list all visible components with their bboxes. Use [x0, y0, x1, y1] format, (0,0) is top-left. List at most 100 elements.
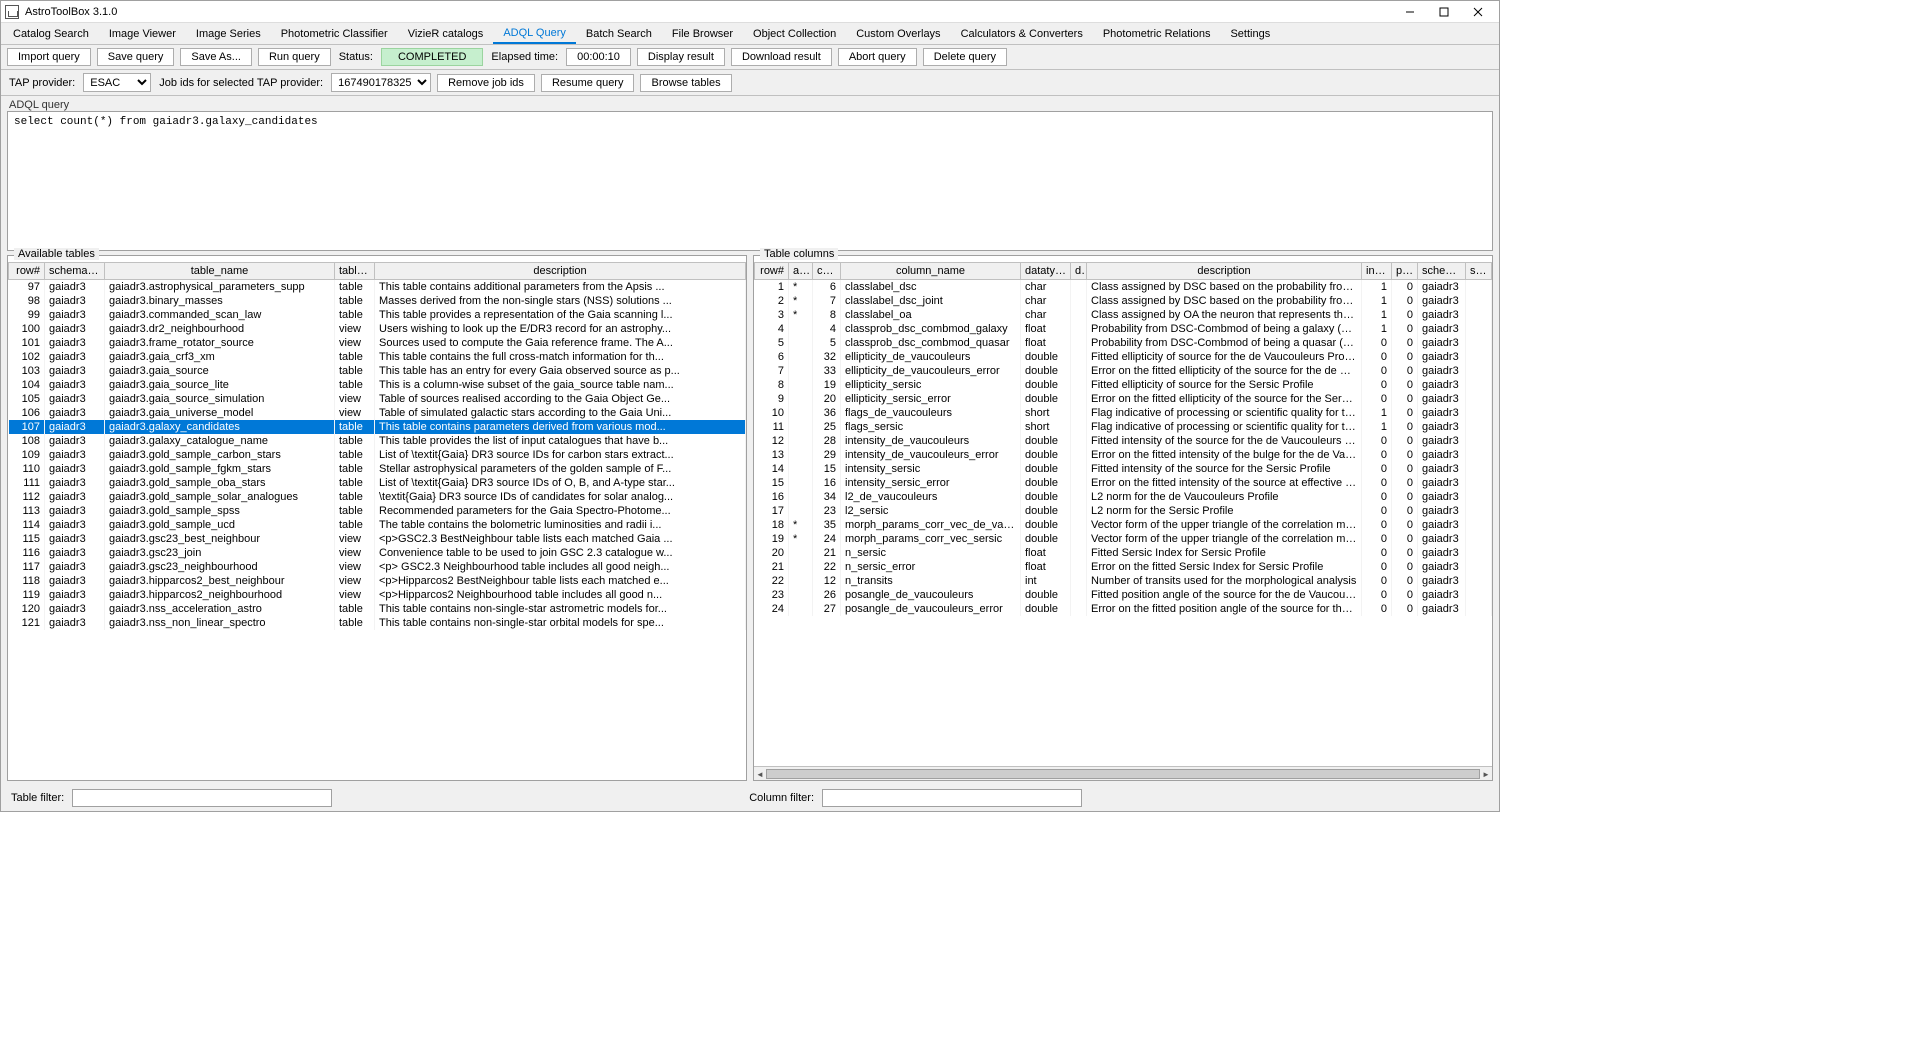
table-row[interactable]: 920ellipticity_sersic_errordoubleError o…	[755, 392, 1492, 406]
col-d[interactable]: d...	[1071, 263, 1087, 280]
table-row[interactable]: 108gaiadr3gaiadr3.galaxy_catalogue_namet…	[9, 434, 746, 448]
menu-photometric-classifier[interactable]: Photometric Classifier	[271, 23, 398, 44]
table-row[interactable]: 109gaiadr3gaiadr3.gold_sample_carbon_sta…	[9, 448, 746, 462]
table-row[interactable]: 1415intensity_sersicdoubleFitted intensi…	[755, 462, 1492, 476]
col-description[interactable]: description	[375, 263, 746, 280]
table-row[interactable]: 115gaiadr3gaiadr3.gsc23_best_neighbourvi…	[9, 532, 746, 546]
col-indexed[interactable]: ind...	[1362, 263, 1392, 280]
table-row[interactable]: 3*8classlabel_oacharClass assigned by OA…	[755, 308, 1492, 322]
table-row[interactable]: 113gaiadr3gaiadr3.gold_sample_spsstableR…	[9, 504, 746, 518]
col-arraysize[interactable]: arr...	[789, 263, 813, 280]
table-row[interactable]: 1036flags_de_vaucouleursshortFlag indica…	[755, 406, 1492, 420]
table-row[interactable]: 121gaiadr3gaiadr3.nss_non_linear_spectro…	[9, 616, 746, 630]
available-tables-grid[interactable]: row# schema_name table_name table_t... d…	[8, 262, 746, 780]
table-row[interactable]: 18*35morph_params_corr_vec_de_vaucouleur…	[755, 518, 1492, 532]
minimize-button[interactable]	[1393, 2, 1427, 22]
table-row[interactable]: 111gaiadr3gaiadr3.gold_sample_oba_starst…	[9, 476, 746, 490]
table-row[interactable]: 819ellipticity_sersicdoubleFitted ellipt…	[755, 378, 1492, 392]
table-row[interactable]: 733ellipticity_de_vaucouleurs_errordoubl…	[755, 364, 1492, 378]
table-row[interactable]: 2326posangle_de_vaucouleursdoubleFitted …	[755, 588, 1492, 602]
table-row[interactable]: 19*24morph_params_corr_vec_sersicdoubleV…	[755, 532, 1492, 546]
col-table-name[interactable]: table_name	[105, 263, 335, 280]
table-row[interactable]: 1*6classlabel_dsccharClass assigned by D…	[755, 280, 1492, 295]
table-row[interactable]: 116gaiadr3gaiadr3.gsc23_joinviewConvenie…	[9, 546, 746, 560]
table-row[interactable]: 119gaiadr3gaiadr3.hipparcos2_neighbourho…	[9, 588, 746, 602]
table-row[interactable]: 1228intensity_de_vaucouleursdoubleFitted…	[755, 434, 1492, 448]
scroll-right-icon[interactable]: ►	[1480, 767, 1492, 781]
close-button[interactable]	[1461, 2, 1495, 22]
col-description[interactable]: description	[1087, 263, 1362, 280]
browse-tables-button[interactable]: Browse tables	[640, 74, 731, 92]
table-row[interactable]: 1516intensity_sersic_errordoubleError on…	[755, 476, 1492, 490]
menu-object-collection[interactable]: Object Collection	[743, 23, 846, 44]
download-result-button[interactable]: Download result	[731, 48, 832, 66]
col-row[interactable]: row#	[755, 263, 789, 280]
scrollbar-thumb[interactable]	[766, 769, 1480, 779]
table-filter-input[interactable]	[72, 789, 332, 807]
table-row[interactable]: 2427posangle_de_vaucouleurs_errordoubleE…	[755, 602, 1492, 616]
menu-catalog-search[interactable]: Catalog Search	[3, 23, 99, 44]
adql-query-input[interactable]: select count(*) from gaiadr3.galaxy_cand…	[7, 111, 1493, 251]
job-ids-select[interactable]: 1674901783253O	[331, 73, 431, 92]
table-row[interactable]: 112gaiadr3gaiadr3.gold_sample_solar_anal…	[9, 490, 746, 504]
run-query-button[interactable]: Run query	[258, 48, 331, 66]
table-row[interactable]: 105gaiadr3gaiadr3.gaia_source_simulation…	[9, 392, 746, 406]
menu-settings[interactable]: Settings	[1220, 23, 1280, 44]
table-row[interactable]: 2122n_sersic_errorfloatError on the fitt…	[755, 560, 1492, 574]
menu-adql-query[interactable]: ADQL Query	[493, 23, 576, 44]
col-size[interactable]: size	[1466, 263, 1492, 280]
column-filter-input[interactable]	[822, 789, 1082, 807]
table-row[interactable]: 98gaiadr3gaiadr3.binary_massestableMasse…	[9, 294, 746, 308]
table-row[interactable]: 1125flags_sersicshortFlag indicative of …	[755, 420, 1492, 434]
table-row[interactable]: 100gaiadr3gaiadr3.dr2_neighbourhoodviewU…	[9, 322, 746, 336]
table-columns-grid[interactable]: row# arr... colu... column_name datatype…	[754, 262, 1492, 766]
tap-provider-select[interactable]: ESAC	[83, 73, 151, 92]
delete-query-button[interactable]: Delete query	[923, 48, 1007, 66]
table-row[interactable]: 97gaiadr3gaiadr3.astrophysical_parameter…	[9, 280, 746, 295]
table-row[interactable]: 110gaiadr3gaiadr3.gold_sample_fgkm_stars…	[9, 462, 746, 476]
menu-calculators-converters[interactable]: Calculators & Converters	[951, 23, 1093, 44]
col-principal[interactable]: pri...	[1392, 263, 1418, 280]
display-result-button[interactable]: Display result	[637, 48, 725, 66]
menu-photometric-relations[interactable]: Photometric Relations	[1093, 23, 1221, 44]
maximize-button[interactable]	[1427, 2, 1461, 22]
table-row[interactable]: 104gaiadr3gaiadr3.gaia_source_litetableT…	[9, 378, 746, 392]
abort-query-button[interactable]: Abort query	[838, 48, 917, 66]
menu-vizier-catalogs[interactable]: VizieR catalogs	[398, 23, 494, 44]
menu-file-browser[interactable]: File Browser	[662, 23, 743, 44]
table-row[interactable]: 1723l2_sersicdoubleL2 norm for the Sersi…	[755, 504, 1492, 518]
remove-job-ids-button[interactable]: Remove job ids	[437, 74, 535, 92]
table-row[interactable]: 44classprob_dsc_combmod_galaxyfloatProba…	[755, 322, 1492, 336]
col-column-index[interactable]: colu...	[813, 263, 841, 280]
import-query-button[interactable]: Import query	[7, 48, 91, 66]
save-as-button[interactable]: Save As...	[180, 48, 252, 66]
table-row[interactable]: 103gaiadr3gaiadr3.gaia_sourcetableThis t…	[9, 364, 746, 378]
scroll-left-icon[interactable]: ◄	[754, 767, 766, 781]
table-row[interactable]: 114gaiadr3gaiadr3.gold_sample_ucdtableTh…	[9, 518, 746, 532]
col-row[interactable]: row#	[9, 263, 45, 280]
table-row[interactable]: 120gaiadr3gaiadr3.nss_acceleration_astro…	[9, 602, 746, 616]
table-row[interactable]: 2021n_sersicfloatFitted Sersic Index for…	[755, 546, 1492, 560]
col-table-type[interactable]: table_t...	[335, 263, 375, 280]
menu-image-series[interactable]: Image Series	[186, 23, 271, 44]
table-row[interactable]: 2*7classlabel_dsc_jointcharClass assigne…	[755, 294, 1492, 308]
table-row[interactable]: 1329intensity_de_vaucouleurs_errordouble…	[755, 448, 1492, 462]
table-row[interactable]: 2212n_transitsintNumber of transits used…	[755, 574, 1492, 588]
col-schema[interactable]: schema_name	[45, 263, 105, 280]
save-query-button[interactable]: Save query	[97, 48, 175, 66]
menu-image-viewer[interactable]: Image Viewer	[99, 23, 186, 44]
table-row[interactable]: 102gaiadr3gaiadr3.gaia_crf3_xmtableThis …	[9, 350, 746, 364]
menu-custom-overlays[interactable]: Custom Overlays	[846, 23, 950, 44]
table-row[interactable]: 632ellipticity_de_vaucouleursdoubleFitte…	[755, 350, 1492, 364]
col-datatype[interactable]: datatype	[1021, 263, 1071, 280]
table-row[interactable]: 107gaiadr3gaiadr3.galaxy_candidatestable…	[9, 420, 746, 434]
table-row[interactable]: 1634l2_de_vaucouleursdoubleL2 norm for t…	[755, 490, 1492, 504]
resume-query-button[interactable]: Resume query	[541, 74, 635, 92]
table-row[interactable]: 99gaiadr3gaiadr3.commanded_scan_lawtable…	[9, 308, 746, 322]
horizontal-scrollbar[interactable]: ◄ ►	[754, 766, 1492, 780]
table-row[interactable]: 101gaiadr3gaiadr3.frame_rotator_sourcevi…	[9, 336, 746, 350]
col-column-name[interactable]: column_name	[841, 263, 1021, 280]
table-row[interactable]: 117gaiadr3gaiadr3.gsc23_neighbourhoodvie…	[9, 560, 746, 574]
menu-batch-search[interactable]: Batch Search	[576, 23, 662, 44]
table-row[interactable]: 118gaiadr3gaiadr3.hipparcos2_best_neighb…	[9, 574, 746, 588]
